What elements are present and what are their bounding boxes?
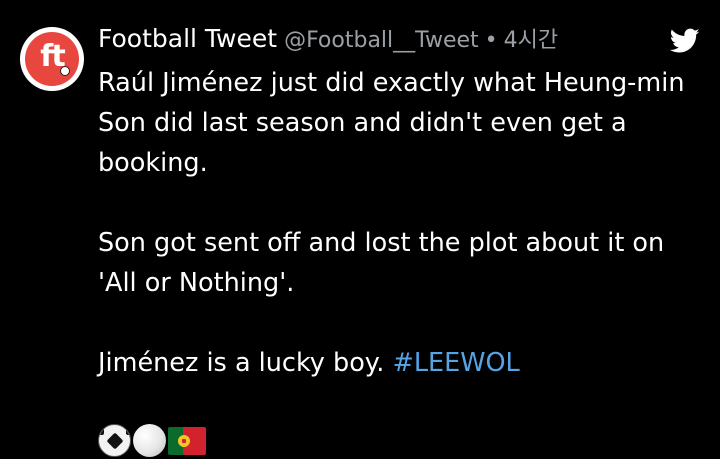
tweet-paragraph-2: Son got sent off and lost the plot about… [98,228,665,298]
tweet-timestamp[interactable]: 4시간 [504,22,558,54]
tweet-text: Raúl Jiménez just did exactly what Heung… [98,63,698,383]
author-name[interactable]: Football Tweet [98,24,277,53]
avatar-ball-icon [60,66,70,76]
author-handle[interactable]: @Football__Tweet [284,28,479,53]
flag-seal-icon [178,435,190,447]
avatar[interactable]: ft [20,27,84,91]
tweet-paragraph-3: Jiménez is a lucky boy. #LEEWOL [98,343,698,383]
twitter-bird-icon[interactable] [670,28,700,54]
soccer-ball-emoji [98,424,131,457]
tweet-header: Football Tweet @Football__Tweet • 4시간 [98,22,558,58]
hashtag-link[interactable]: #LEEWOL [392,348,519,378]
tweet-paragraph-3-text: Jiménez is a lucky boy. [98,348,385,378]
white-ball-emoji [133,424,166,457]
header-separator: • [484,28,498,53]
avatar-logo: ft [25,32,79,86]
emoji-row [98,424,206,457]
tweet-paragraph-1: Raúl Jiménez just did exactly what Heung… [98,68,685,178]
portugal-flag-emoji [168,427,206,455]
tweet-card: ft Football Tweet @Football__Tweet • 4시간… [0,0,720,459]
